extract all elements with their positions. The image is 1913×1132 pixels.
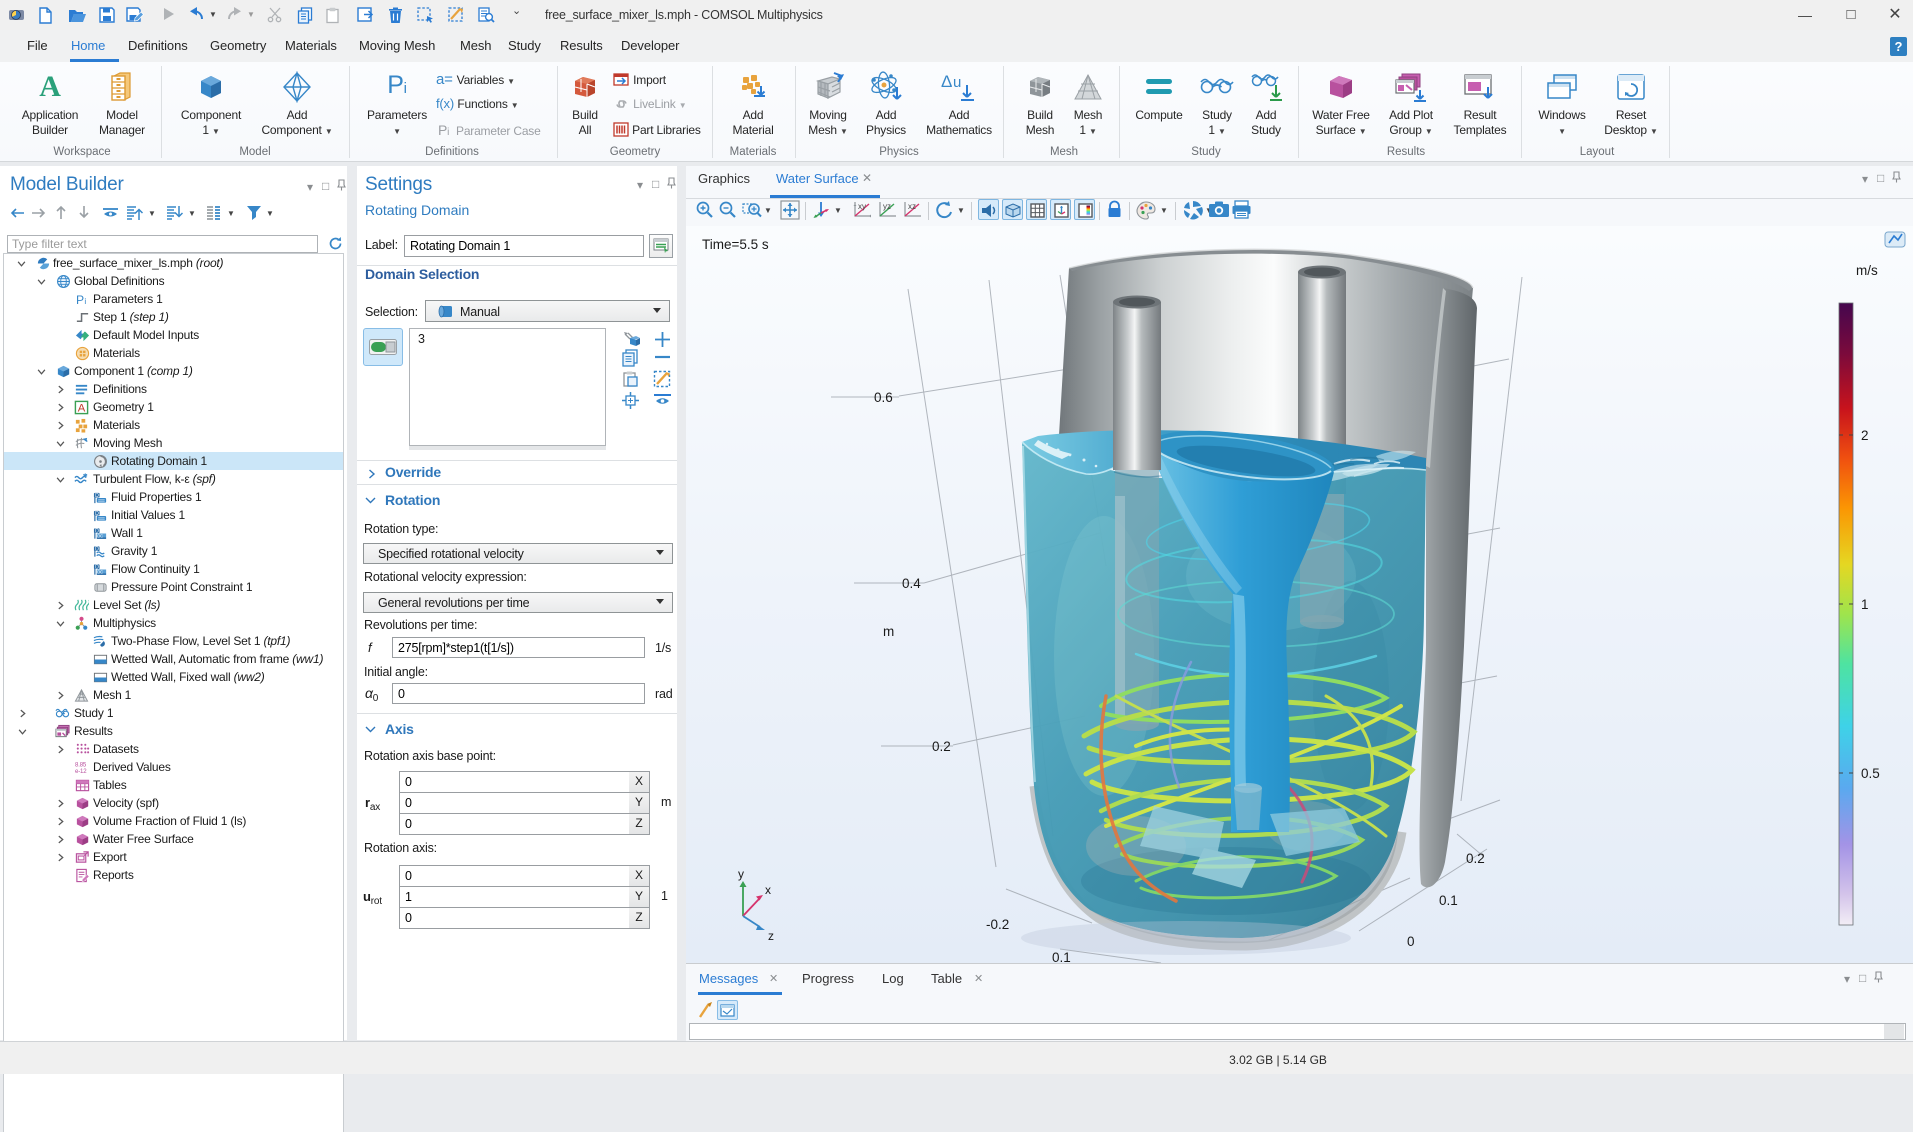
svg-text:Time=5.5 s: Time=5.5 s bbox=[702, 237, 769, 252]
svg-text:-0.2: -0.2 bbox=[986, 917, 1009, 932]
svg-text:m: m bbox=[883, 624, 894, 639]
svg-text:2: 2 bbox=[1861, 428, 1869, 443]
svg-text:z: z bbox=[768, 929, 774, 943]
svg-text:1: 1 bbox=[1861, 597, 1869, 612]
svg-text:m/s: m/s bbox=[1856, 263, 1878, 278]
svg-text:0.6: 0.6 bbox=[874, 390, 893, 405]
svg-text:x: x bbox=[765, 883, 771, 897]
svg-text:0.5: 0.5 bbox=[1861, 766, 1880, 781]
svg-text:0: 0 bbox=[1407, 934, 1415, 949]
svg-text:y: y bbox=[738, 867, 744, 881]
svg-text:0.2: 0.2 bbox=[1466, 851, 1485, 866]
svg-text:0.2: 0.2 bbox=[932, 739, 951, 754]
svg-text:xy: xy bbox=[858, 202, 866, 211]
svg-text:0.1: 0.1 bbox=[1052, 950, 1071, 963]
svg-text:0.4: 0.4 bbox=[902, 576, 921, 591]
svg-text:u: u bbox=[953, 74, 961, 91]
svg-text:xz: xz bbox=[908, 202, 916, 211]
svg-text:0.1: 0.1 bbox=[1439, 893, 1458, 908]
svg-text:yz: yz bbox=[883, 202, 891, 211]
svg-text:Δ: Δ bbox=[941, 72, 952, 91]
